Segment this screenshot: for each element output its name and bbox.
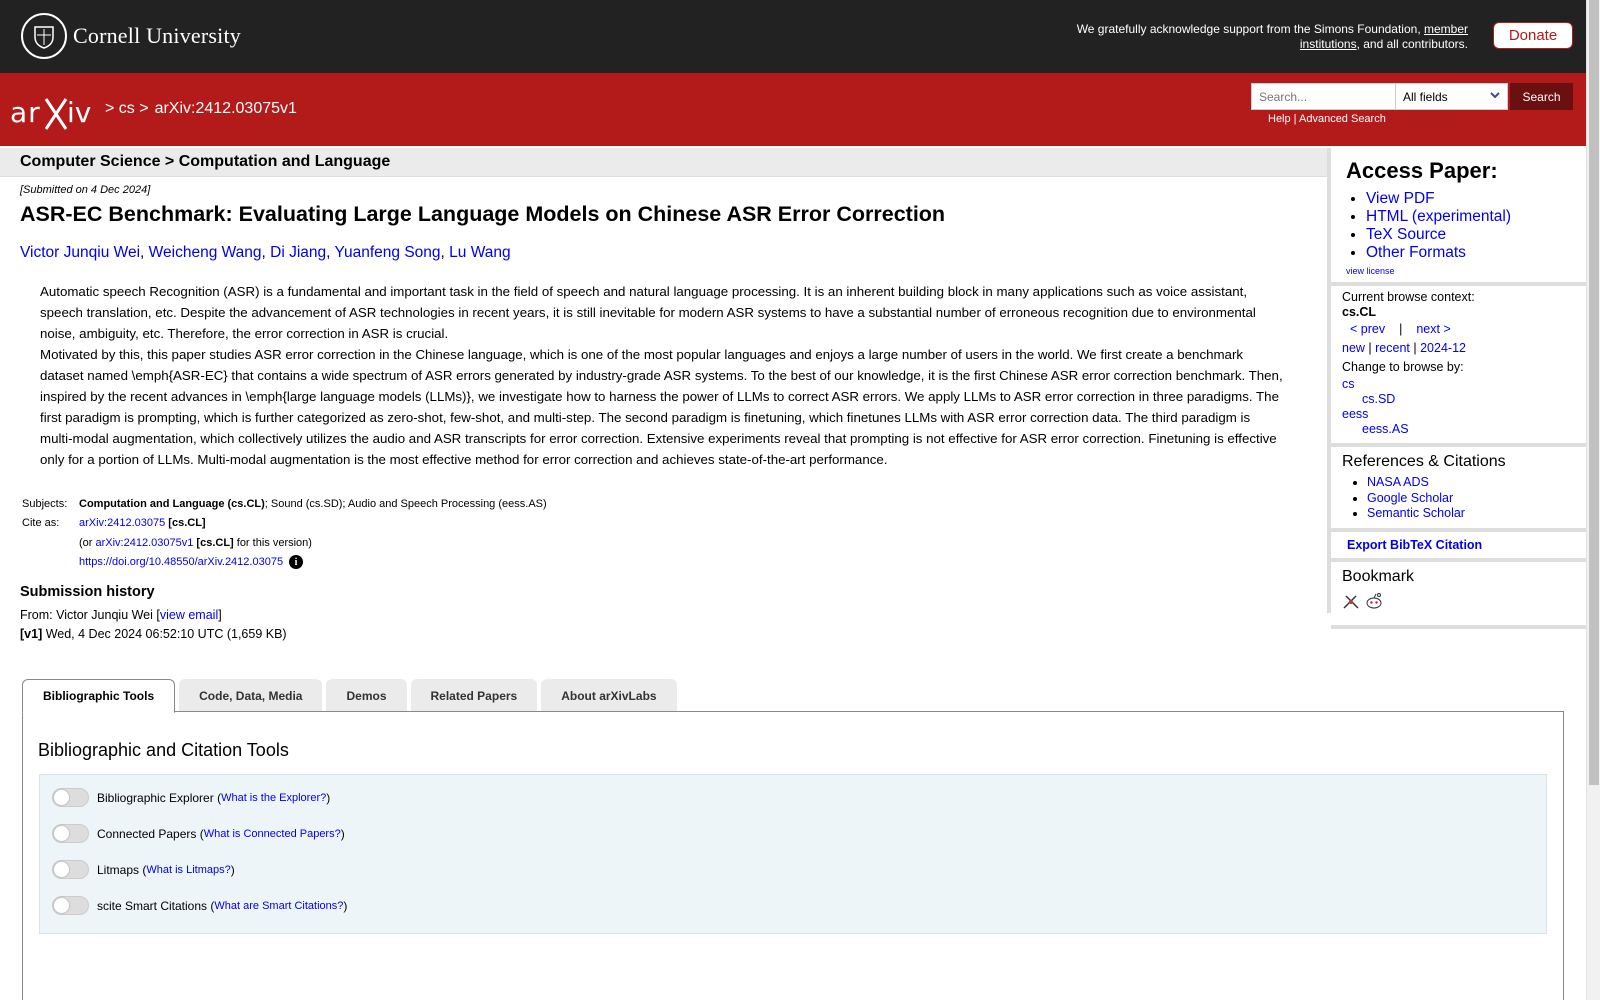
- browse-eess-as-link[interactable]: eess.AS: [1362, 422, 1409, 436]
- references-section: References & Citations NASA ADS Google S…: [1331, 447, 1586, 532]
- paper-title: ASR-EC Benchmark: Evaluating Large Langu…: [20, 202, 946, 226]
- author-link[interactable]: Di Jiang: [270, 244, 326, 261]
- support-message: We gratefully acknowledge support from t…: [1076, 22, 1468, 51]
- tool-help-link[interactable]: What is Litmaps?: [146, 864, 230, 876]
- reddit-icon[interactable]: [1364, 592, 1384, 614]
- page-scrollbar[interactable]: [1586, 0, 1600, 1000]
- tab-panel: Bibliographic and Citation Tools Bibliog…: [22, 711, 1564, 1000]
- abstract-paragraph: Automatic speech Recognition (ASR) is a …: [40, 284, 1256, 341]
- browse-cs-link[interactable]: cs: [1342, 377, 1355, 391]
- bibliographic-explorer-toggle[interactable]: [52, 788, 89, 807]
- tab-about-arxivlabs[interactable]: About arXivLabs: [541, 679, 677, 712]
- tool-help-link[interactable]: What is Connected Papers?: [204, 828, 341, 840]
- tool-row: Bibliographic Explorer (What is the Expl…: [52, 788, 330, 807]
- export-bibtex-link[interactable]: Export BibTeX Citation: [1347, 538, 1482, 552]
- nasa-ads-link[interactable]: NASA ADS: [1367, 475, 1429, 489]
- author-link[interactable]: Weicheng Wang: [149, 244, 262, 261]
- version-line: [v1] Wed, 4 Dec 2024 06:52:10 UTC (1,659…: [20, 627, 287, 641]
- svg-text:iv: iv: [67, 96, 91, 129]
- export-section: Export BibTeX Citation: [1331, 532, 1586, 562]
- submission-date: [Submitted on 4 Dec 2024]: [20, 184, 151, 196]
- tex-source-link[interactable]: TeX Source: [1366, 226, 1446, 243]
- subjects-value: Computation and Language (cs.CL); Sound …: [79, 497, 547, 510]
- panel-title: Bibliographic and Citation Tools: [38, 740, 289, 760]
- scrollbar-thumb[interactable]: [1589, 0, 1599, 785]
- browse-context-section: Current browse context: cs.CL < prev | n…: [1331, 286, 1586, 447]
- bibsonomy-icon[interactable]: [1342, 594, 1364, 614]
- browse-cs-sd-link[interactable]: cs.SD: [1362, 392, 1395, 406]
- search-button[interactable]: Search: [1510, 83, 1573, 110]
- month-link[interactable]: 2024-12: [1420, 341, 1466, 355]
- access-paper-title: Access Paper:: [1346, 158, 1498, 183]
- tool-row: Litmaps (What is Litmaps?): [52, 860, 235, 879]
- breadcrumb-cs[interactable]: > cs >: [105, 100, 149, 118]
- tool-help-link[interactable]: What are Smart Citations?: [214, 900, 343, 912]
- cite-version-link[interactable]: arXiv:2412.03075v1: [96, 537, 194, 549]
- svg-text:ar: ar: [10, 96, 41, 129]
- tool-row: scite Smart Citations (What are Smart Ci…: [52, 896, 347, 915]
- references-title: References & Citations: [1342, 453, 1506, 470]
- author-link[interactable]: Lu Wang: [449, 244, 510, 261]
- browse-eess-link[interactable]: eess: [1342, 407, 1368, 421]
- category-header: Computer Science > Computation and Langu…: [0, 148, 1327, 177]
- breadcrumb: > cs > arXiv:2412.03075v1: [105, 100, 297, 118]
- bookmark-title: Bookmark: [1342, 567, 1415, 585]
- search-field-select[interactable]: All fields: [1396, 83, 1508, 110]
- cite-link[interactable]: arXiv:2412.03075: [79, 517, 165, 529]
- semantic-scholar-link[interactable]: Semantic Scholar: [1367, 506, 1465, 520]
- tool-help-link[interactable]: What is the Explorer?: [221, 792, 326, 804]
- help-link[interactable]: Help: [1268, 113, 1291, 125]
- cornell-wordmark: Cornell University: [73, 23, 241, 48]
- tab-bibliographic-tools[interactable]: Bibliographic Tools: [22, 679, 176, 713]
- google-scholar-link[interactable]: Google Scholar: [1367, 491, 1453, 505]
- subjects-label: Subjects:: [22, 497, 68, 510]
- author-link[interactable]: Yuanfeng Song: [335, 244, 441, 261]
- tab-related-papers[interactable]: Related Papers: [410, 679, 538, 712]
- submission-history-title: Submission history: [20, 584, 155, 600]
- view-license-link[interactable]: view license: [1346, 266, 1586, 276]
- tool-row: Connected Papers (What is Connected Pape…: [52, 824, 345, 843]
- paper-metadata: Subjects: Computation and Language (cs.C…: [22, 497, 547, 570]
- donate-button[interactable]: Donate: [1493, 22, 1573, 49]
- view-email-link[interactable]: view email: [160, 608, 218, 622]
- arxiv-logo[interactable]: ar iv: [10, 93, 100, 138]
- category-title: Computer Science > Computation and Langu…: [20, 153, 391, 170]
- doi-link[interactable]: https://doi.org/10.48550/arXiv.2412.0307…: [79, 556, 283, 568]
- prev-link[interactable]: < prev: [1350, 322, 1385, 337]
- other-formats-link[interactable]: Other Formats: [1366, 244, 1466, 261]
- cornell-logo[interactable]: Cornell University: [21, 13, 241, 59]
- abstract: Automatic speech Recognition (ASR) is a …: [40, 281, 1285, 470]
- author-link[interactable]: Victor Junqiu Wei: [20, 244, 140, 261]
- connected-papers-toggle[interactable]: [52, 824, 89, 843]
- chevron-down-icon: [1490, 89, 1500, 104]
- author-list: Victor Junqiu Wei, Weicheng Wang, Di Jia…: [20, 244, 511, 261]
- info-icon[interactable]: i: [289, 555, 304, 570]
- institution-banner: Cornell University We gratefully acknowl…: [0, 0, 1586, 73]
- next-link[interactable]: next >: [1416, 322, 1450, 337]
- tab-demos[interactable]: Demos: [326, 679, 407, 712]
- submitter-line: From: Victor Junqiu Wei [view email]: [20, 608, 222, 622]
- search-bar: Search... All fields Search: [1251, 83, 1573, 110]
- new-link[interactable]: new: [1342, 341, 1365, 355]
- search-input[interactable]: Search...: [1251, 83, 1396, 110]
- help-links: Help | Advanced Search: [1268, 113, 1386, 125]
- arxiv-header: ar iv > cs > arXiv:2412.03075v1 Search..…: [0, 73, 1586, 146]
- scite-toggle[interactable]: [52, 896, 89, 915]
- litmaps-toggle[interactable]: [52, 860, 89, 879]
- cornell-seal-icon: [21, 13, 67, 59]
- browse-context: cs.CL: [1342, 305, 1377, 319]
- tab-code-data-media[interactable]: Code, Data, Media: [179, 679, 323, 712]
- breadcrumb-paper-id[interactable]: arXiv:2412.03075v1: [155, 100, 297, 118]
- view-pdf-link[interactable]: View PDF: [1366, 190, 1435, 207]
- access-paper-section: Access Paper: View PDF HTML (experimenta…: [1331, 158, 1586, 286]
- advanced-search-link[interactable]: Advanced Search: [1299, 113, 1386, 125]
- tool-list: Bibliographic Explorer (What is the Expl…: [39, 774, 1547, 934]
- html-link[interactable]: HTML (experimental): [1366, 208, 1511, 225]
- cite-label: Cite as:: [22, 517, 60, 530]
- sidebar: Access Paper: View PDF HTML (experimenta…: [1331, 148, 1586, 629]
- recent-link[interactable]: recent: [1375, 341, 1410, 355]
- labs-tabs: Bibliographic Tools Code, Data, Media De…: [22, 679, 677, 713]
- bookmark-section: Bookmark: [1331, 562, 1586, 629]
- abstract-paragraph: Motivated by this, this paper studies AS…: [40, 347, 1283, 467]
